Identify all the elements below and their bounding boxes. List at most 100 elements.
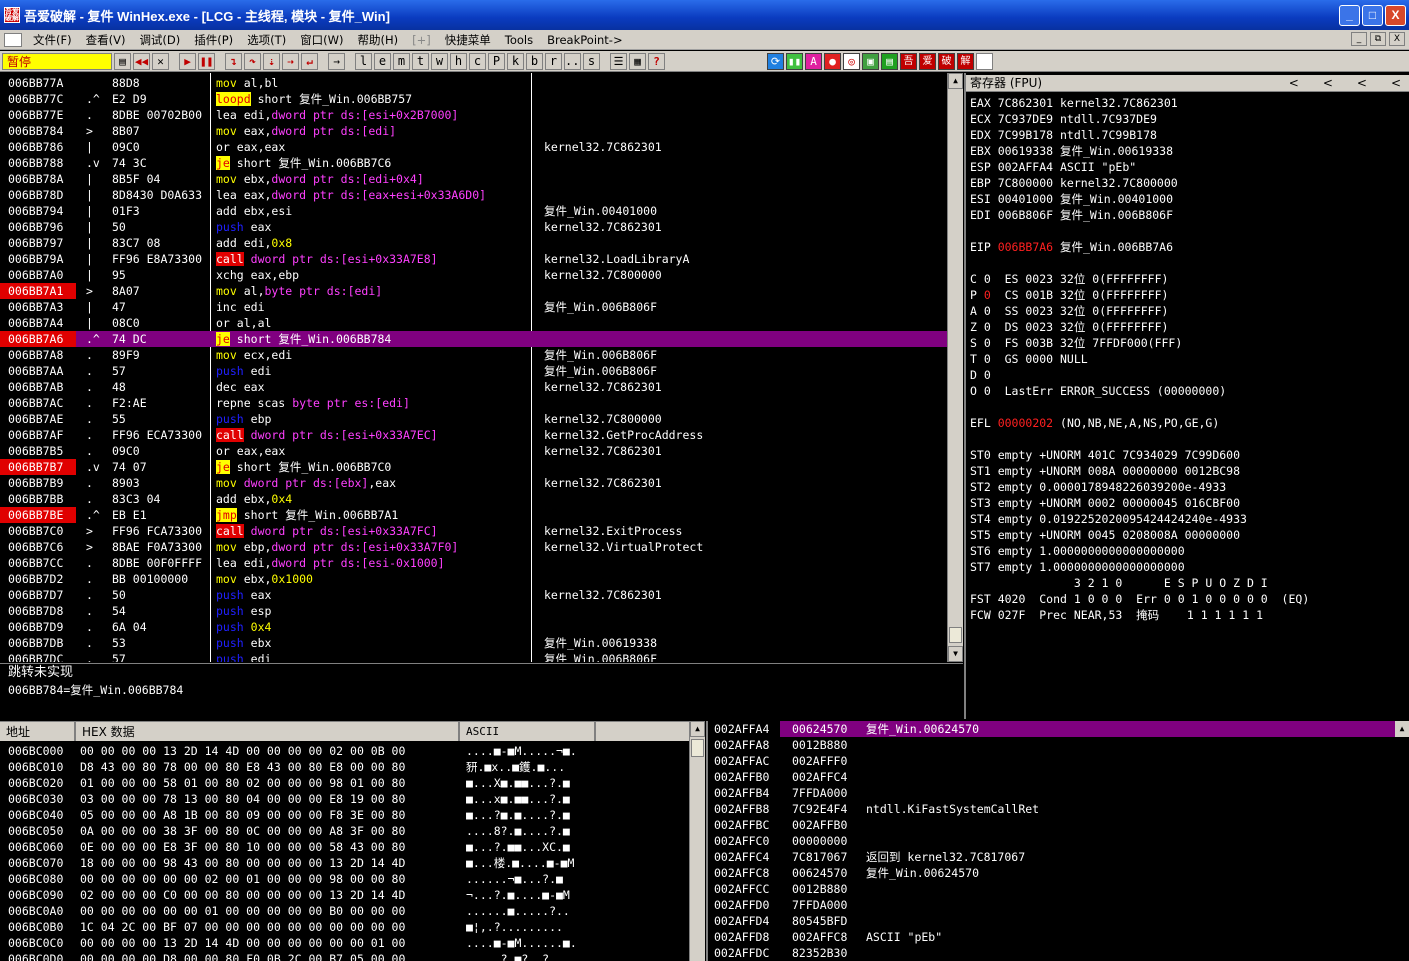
menu-tools[interactable]: Tools	[498, 33, 540, 47]
breakpoints-window-button[interactable]: b	[526, 52, 543, 70]
dump-row[interactable]: 006BC030 03 00 00 00 78 13 00 80 04 00 00…	[0, 791, 689, 807]
close-button[interactable]: X	[1385, 5, 1406, 26]
handles-window-button[interactable]: h	[450, 52, 467, 70]
dump-row[interactable]: 006BC090 02 00 00 00 C0 00 00 80 00 00 00…	[0, 887, 689, 903]
stack-row[interactable]: 002AFFDC 82352B30	[708, 945, 1409, 961]
register-view-left-icon[interactable]: <	[1357, 75, 1367, 92]
scroll-up-icon[interactable]: ▲	[948, 73, 963, 89]
refresh-icon[interactable]: ⟳	[767, 52, 784, 70]
disasm-row[interactable]: 006BB7BE .^ EB E1 jmp short 复件_Win.006BB7A1	[0, 507, 947, 523]
list-icon[interactable]: ☰	[610, 52, 627, 70]
pause-icon[interactable]: ❚❚	[198, 52, 215, 70]
disasm-row[interactable]: 006BB7A1 >8A07 mov al,byte ptr ds:[edi]	[0, 283, 947, 299]
disasm-row[interactable]: 006BB784 >8B07 mov eax,dword ptr ds:[edi]	[0, 123, 947, 139]
disasm-row[interactable]: 006BB78A | 8B5F 04 mov ebx,dword ptr ds:[ed…	[0, 171, 947, 187]
disasm-row[interactable]: 006BB7AC. F2:AE repne scas byte ptr es:[ed…	[0, 395, 947, 411]
register-line[interactable]: ST3 empty +UNORM 0002 00000045 016CBF00	[970, 495, 1240, 511]
stack-row[interactable]: 002AFFCC 0012B880	[708, 881, 1409, 897]
stack-row[interactable]: 002AFFB8 7C92E4F4 ntdll.KiFastSystemCallRe…	[708, 801, 1409, 817]
log-window-button[interactable]: l	[355, 52, 372, 70]
disasm-row[interactable]: 006BB797 | 83C7 08 add edi,0x8	[0, 235, 947, 251]
run-icon[interactable]: ▶	[179, 52, 196, 70]
register-line[interactable]: C 0 ES 0023 32位 0(FFFFFFFF)	[970, 271, 1168, 287]
dump-row[interactable]: 006BC0D0 00 00 00 00 D8 00 00 80 F0 0B 2C…	[0, 951, 689, 961]
scroll-thumb[interactable]	[691, 739, 704, 757]
register-line[interactable]: Z 0 DS 0023 32位 0(FFFFFFFF)	[970, 319, 1168, 335]
stack-pane[interactable]: 002AFFA4 00624570 复件_Win.00624570 002AFFA8 0…	[706, 721, 1409, 961]
stack-row[interactable]: 002AFFC4 7C817067 返回到 kernel32.7C817067	[708, 849, 1409, 865]
minimize-button[interactable]: _	[1339, 5, 1360, 26]
register-view-left-icon[interactable]: <	[1323, 75, 1333, 92]
stack-row[interactable]: 002AFFAC 002AFFF0	[708, 753, 1409, 769]
plugin-wu-icon[interactable]: 吾	[900, 52, 917, 70]
dump-row[interactable]: 006BC040 05 00 00 00 A8 1B 00 80 09 00 00…	[0, 807, 689, 823]
plugin-jie-icon[interactable]: 解	[957, 52, 974, 70]
register-line[interactable]: EAX 7C862301 kernel32.7C862301	[970, 95, 1178, 111]
register-line[interactable]: ESP 002AFFA4 ASCII "pEb"	[970, 159, 1136, 175]
register-line[interactable]: ST0 empty +UNORM 401C 7C934029 7C99D600	[970, 447, 1240, 463]
maximize-button[interactable]: □	[1362, 5, 1383, 26]
disasm-row[interactable]: 006BB794 | 01F3 add ebx,esi 复件_Win.00401000	[0, 203, 947, 219]
register-line[interactable]: EIP 006BB7A6 复件_Win.006BB7A6	[970, 239, 1173, 255]
disasm-row[interactable]: 006BB7C0 > FF96 FCA73300 call dword ptr ds:…	[0, 523, 947, 539]
plugin-square-icon[interactable]: ▣	[862, 52, 879, 70]
register-line[interactable]: P 0 CS 001B 32位 0(FFFFFFFF)	[970, 287, 1168, 303]
register-line[interactable]: EBX 00619338 复件_Win.00619338	[970, 143, 1173, 159]
disasm-row[interactable]: 006BB7AE. 55 push ebp kernel32.7C800000	[0, 411, 947, 427]
register-line[interactable]: S 0 FS 003B 32位 7FFDF000(FFF)	[970, 335, 1182, 351]
threads-window-button[interactable]: t	[412, 52, 429, 70]
disasm-row[interactable]: 006BB77C .^ E2 D9 loopd short 复件_Win.006BB7…	[0, 91, 947, 107]
disasm-row[interactable]: 006BB7D8. 54 push esp	[0, 603, 947, 619]
register-line[interactable]: FCW 027F Prec NEAR,53 掩码 1 1 1 1 1 1	[970, 607, 1263, 623]
dump-row[interactable]: 006BC0C0 00 00 00 00 13 2D 14 4D 00 00 00…	[0, 935, 689, 951]
rewind-icon[interactable]: ◀◀	[133, 52, 150, 70]
disasm-row[interactable]: 006BB788 .v 74 3C je short 复件_Win.006BB7C6	[0, 155, 947, 171]
dump-row[interactable]: 006BC070 18 00 00 00 98 43 00 80 00 00 00…	[0, 855, 689, 871]
menu-file[interactable]: 文件(F)	[26, 32, 79, 48]
dump-col-hex[interactable]: HEX 数据	[76, 722, 460, 742]
menu-shortcut[interactable]: 快捷菜单	[438, 32, 498, 48]
disasm-row[interactable]: 006BB7D9. 6A 04 push 0x4	[0, 619, 947, 635]
disasm-row[interactable]: 006BB7AF. FF96 ECA73300 call dword ptr ds:…	[0, 427, 947, 443]
register-line[interactable]: 3 2 1 0 E S P U O Z D I	[970, 575, 1268, 591]
register-line[interactable]: ECX 7C937DE9 ntdll.7C937DE9	[970, 111, 1157, 127]
disasm-row[interactable]: 006BB7D2. BB 00100000 mov ebx,0x1000	[0, 571, 947, 587]
disasm-row[interactable]: 006BB77E. 8DBE 00702B00 lea edi,dword ptr …	[0, 107, 947, 123]
register-line[interactable]: ST5 empty +UNORM 0045 0208008A 00000000	[970, 527, 1240, 543]
stack-row[interactable]: 002AFFD8 002AFFC8 ASCII "pEb"	[708, 929, 1409, 945]
register-line[interactable]: D 0	[970, 367, 991, 383]
disasm-row[interactable]: 006BB7AB. 48 dec eax kernel32.7C862301	[0, 379, 947, 395]
register-line[interactable]: A 0 SS 0023 32位 0(FFFFFFFF)	[970, 303, 1168, 319]
dump-row[interactable]: 006BC000 00 00 00 00 13 2D 14 4D 00 00 00…	[0, 743, 689, 759]
disasm-row[interactable]: 006BB7DB. 53 push ebx 复件_Win.00619338	[0, 635, 947, 651]
register-line[interactable]: ST4 empty 0.0192252020095424424240e-4933	[970, 511, 1247, 527]
plugin-po-icon[interactable]: 破	[938, 52, 955, 70]
disasm-row[interactable]: 006BB7A3 | 47 inc edi 复件_Win.006B806F	[0, 299, 947, 315]
blank-icon[interactable]	[976, 52, 993, 70]
disasm-row[interactable]: 006BB7A8. 89F9 mov ecx,edi 复件_Win.006B806F	[0, 347, 947, 363]
mdi-close-button[interactable]: X	[1389, 32, 1405, 46]
register-line[interactable]: ESI 00401000 复件_Win.00401000	[970, 191, 1173, 207]
dump-scrollbar[interactable]: ▲	[689, 721, 705, 961]
stack-row[interactable]: 002AFFC8 00624570 复件_Win.00624570	[708, 865, 1409, 881]
register-line[interactable]: EFL 00000202 (NO,NB,NE,A,NS,PO,GE,G)	[970, 415, 1219, 431]
plugin-pause-icon[interactable]: ▮▮	[786, 52, 803, 70]
grid-icon[interactable]: ▦	[629, 52, 646, 70]
goto-icon[interactable]: →	[328, 52, 345, 70]
dump-row[interactable]: 006BC050 0A 00 00 00 38 3F 00 80 0C 00 00…	[0, 823, 689, 839]
menu-help[interactable]: 帮助(H)	[351, 32, 406, 48]
stack-row[interactable]: 002AFFD4 80545BFD	[708, 913, 1409, 929]
disasm-row[interactable]: 006BB7B9. 8903 mov dword ptr ds:[ebx],eax k…	[0, 475, 947, 491]
menu-breakpoint[interactable]: BreakPoint->	[540, 33, 630, 47]
register-line[interactable]: EBP 7C800000 kernel32.7C800000	[970, 175, 1178, 191]
close-process-icon[interactable]: ✕	[152, 52, 169, 70]
disasm-row[interactable]: 006BB786 | 09C0 or eax,eax kernel32.7C862301	[0, 139, 947, 155]
stack-row[interactable]: 002AFFC0 00000000	[708, 833, 1409, 849]
disasm-row[interactable]: 006BB7C6 >8BAE F0A73300 mov ebp,dword ptr …	[0, 539, 947, 555]
menu-view[interactable]: 查看(V)	[79, 32, 133, 48]
menu-debug[interactable]: 调试(D)	[132, 32, 187, 48]
disasm-row[interactable]: 006BB7A0 | 95 xchg eax,ebp kernel32.7C800000	[0, 267, 947, 283]
step-into-icon[interactable]: ↴	[225, 52, 242, 70]
register-line[interactable]: ST1 empty +UNORM 008A 00000000 0012BC98	[970, 463, 1240, 479]
disasm-row[interactable]: 006BB7A6 .^ 74 DC je short 复件_Win.006BB784	[0, 331, 947, 347]
